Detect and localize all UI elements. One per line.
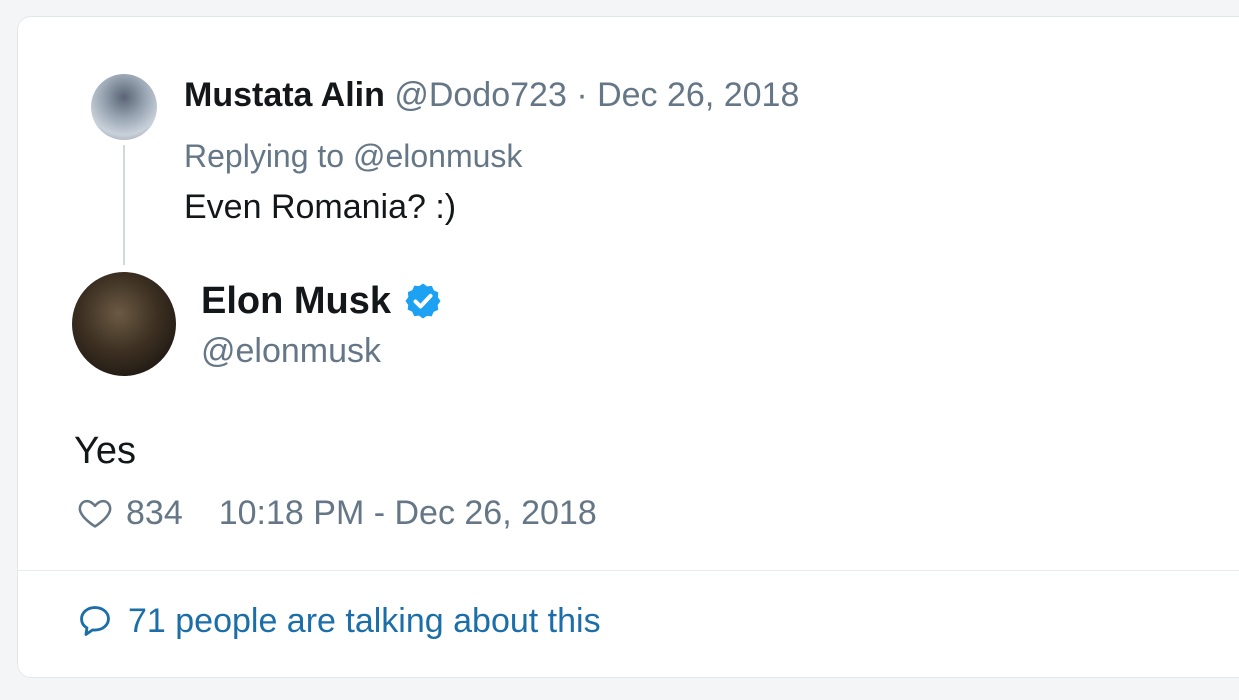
reply-header: Mustata Alin @Dodo723 · Dec 26, 2018: [184, 75, 799, 115]
reply-author-handle[interactable]: @Dodo723: [394, 76, 567, 114]
tweet-author-name[interactable]: Elon Musk: [201, 279, 391, 323]
tweet-author-handle[interactable]: @elonmusk: [201, 331, 381, 371]
tweet-author-avatar[interactable]: [72, 272, 176, 376]
tweet-card: Mustata Alin @Dodo723 · Dec 26, 2018 Rep…: [17, 16, 1239, 678]
reply-author-name[interactable]: Mustata Alin: [184, 76, 385, 114]
tweet-author-row: Elon Musk: [201, 279, 443, 323]
verified-badge-icon: [405, 283, 441, 319]
reply-date[interactable]: Dec 26, 2018: [597, 76, 799, 114]
divider: [18, 570, 1239, 571]
reply-author-avatar[interactable]: [91, 74, 157, 140]
tweet-timestamp[interactable]: 10:18 PM - Dec 26, 2018: [219, 493, 597, 533]
talking-about-link[interactable]: 71 people are talking about this: [76, 601, 601, 641]
speech-bubble-icon: [80, 606, 110, 636]
thread-line: [123, 145, 125, 265]
talking-about-label: 71 people are talking about this: [128, 602, 601, 640]
heart-icon[interactable]: [76, 494, 114, 532]
reply-text: Even Romania? :): [184, 188, 457, 226]
replying-to-label: Replying to @elonmusk: [184, 138, 523, 174]
tweet-meta: 834 10:18 PM - Dec 26, 2018: [76, 493, 597, 533]
tweet-text: Yes: [74, 430, 136, 472]
like-count[interactable]: 834: [126, 493, 183, 533]
reply-separator: ·: [576, 76, 588, 114]
